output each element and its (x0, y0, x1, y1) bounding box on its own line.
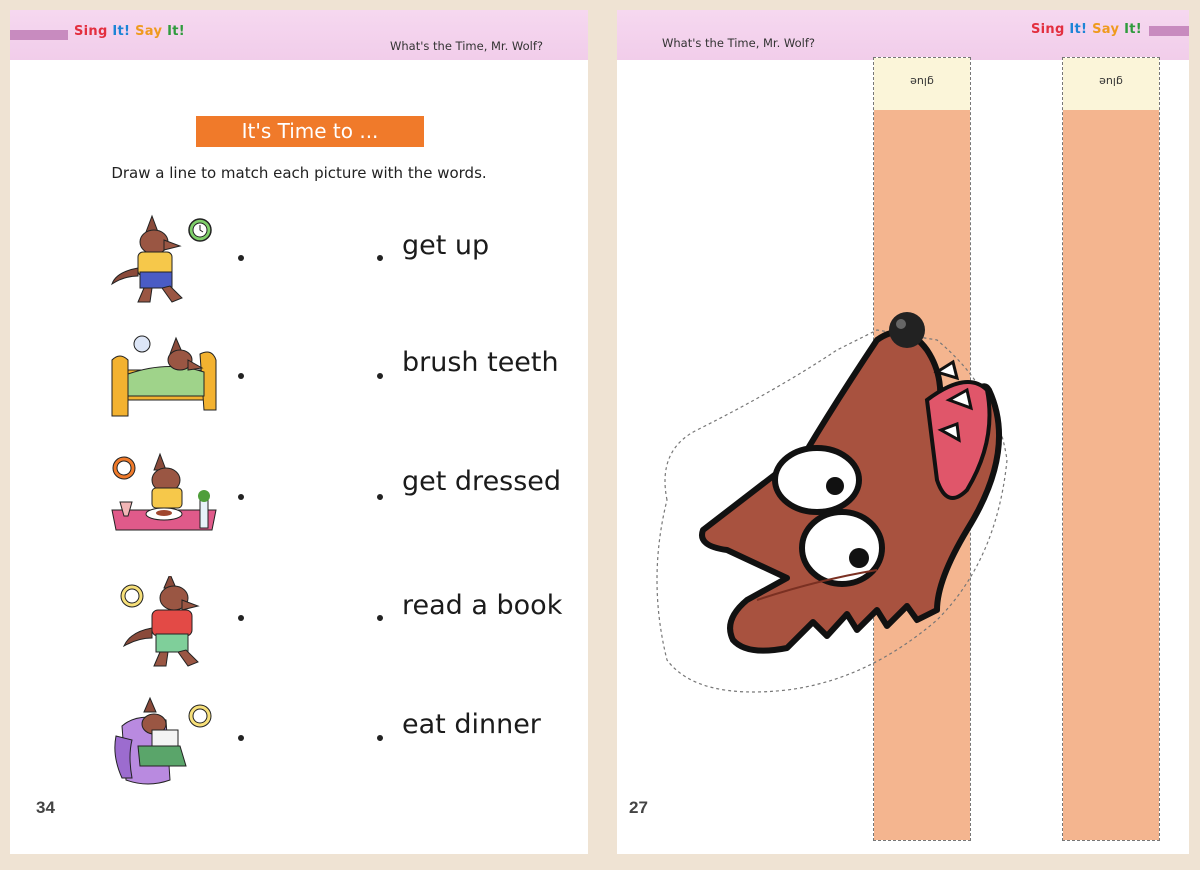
glue-tab: glue (874, 58, 970, 110)
glue-label: glue (1099, 75, 1123, 88)
song-title: What's the Time, Mr. Wolf? (662, 36, 815, 50)
header-accent-bar (10, 30, 68, 40)
word-eat-dinner: eat dinner (402, 709, 541, 740)
cutout-strip[interactable]: glue (1062, 57, 1160, 841)
activity-instruction: Draw a line to match each picture with t… (111, 164, 487, 182)
strip-body (1063, 110, 1159, 840)
worksheet-page-right: Sing It! Say It! What's the Time, Mr. Wo… (617, 10, 1189, 854)
song-title: What's the Time, Mr. Wolf? (390, 39, 543, 53)
worksheet-page-left: Sing It! Say It! What's the Time, Mr. Wo… (10, 10, 588, 854)
match-dot-left[interactable] (238, 615, 244, 621)
wolf-head-cutout-icon[interactable] (637, 280, 1037, 710)
page-number: 27 (629, 798, 648, 817)
match-dot-left[interactable] (238, 735, 244, 741)
wolf-getting-dressed-icon (120, 576, 200, 667)
glue-tab: glue (1063, 58, 1159, 110)
match-dot-right[interactable] (377, 494, 383, 500)
wolf-in-bed-with-clock-icon (111, 335, 217, 417)
word-brush-teeth: brush teeth (402, 347, 559, 378)
header-accent-bar (1149, 26, 1189, 36)
wolf-at-dinner-table-icon (111, 452, 217, 531)
brand-logo: Sing It! Say It! (1031, 22, 1142, 37)
page-number: 34 (36, 798, 55, 817)
wolf-waking-with-alarm-clock-icon (111, 214, 212, 303)
brand-logo: Sing It! Say It! (74, 24, 185, 39)
word-get-dressed: get dressed (402, 466, 562, 497)
match-dot-right[interactable] (377, 615, 383, 621)
activity-title: It's Time to ... (196, 116, 424, 147)
word-get-up: get up (402, 230, 490, 261)
match-dot-right[interactable] (377, 255, 383, 261)
match-dot-right[interactable] (377, 373, 383, 379)
glue-label: glue (910, 75, 934, 88)
match-dot-left[interactable] (238, 255, 244, 261)
match-dot-left[interactable] (238, 373, 244, 379)
match-dot-right[interactable] (377, 735, 383, 741)
match-dot-left[interactable] (238, 494, 244, 500)
word-read-a-book: read a book (402, 590, 563, 621)
wolf-reading-in-armchair-icon (114, 696, 212, 785)
